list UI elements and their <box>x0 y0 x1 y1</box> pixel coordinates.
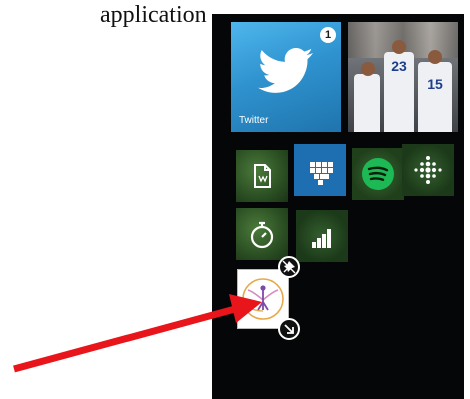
red-pointer-arrow <box>13 294 262 373</box>
